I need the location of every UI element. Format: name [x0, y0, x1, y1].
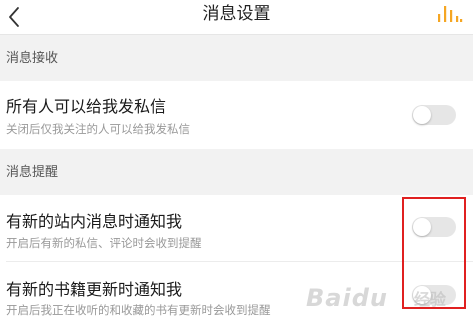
baidu-watermark: Baidu 经验: [306, 284, 466, 320]
setting-row-private-message: 所有人可以给我发私信 关闭后仅我关注的人可以给我发私信: [0, 81, 473, 149]
setting-title: 所有人可以给我发私信: [6, 97, 167, 116]
setting-description: 开启后我正在收听的和收藏的书有更新时会收到提醒: [6, 303, 271, 317]
setting-title: 有新的站内消息时通知我: [6, 212, 183, 231]
toggle-knob: [413, 106, 431, 124]
setting-description: 关闭后仅我关注的人可以给我发私信: [6, 122, 190, 136]
watermark-text: Baidu: [306, 284, 388, 312]
page-title: 消息设置: [202, 4, 271, 24]
signal-bars-icon[interactable]: [437, 4, 463, 22]
setting-title: 有新的书籍更新时通知我: [6, 280, 183, 299]
setting-description: 开启后有新的私信、评论时会收到提醒: [6, 236, 202, 250]
section-header-receive: 消息接收: [0, 35, 473, 81]
private-message-toggle[interactable]: [412, 105, 456, 125]
watermark-sub: 经验: [414, 290, 447, 309]
section-header-remind: 消息提醒: [0, 149, 473, 195]
nav-bar: 消息设置: [0, 0, 473, 35]
